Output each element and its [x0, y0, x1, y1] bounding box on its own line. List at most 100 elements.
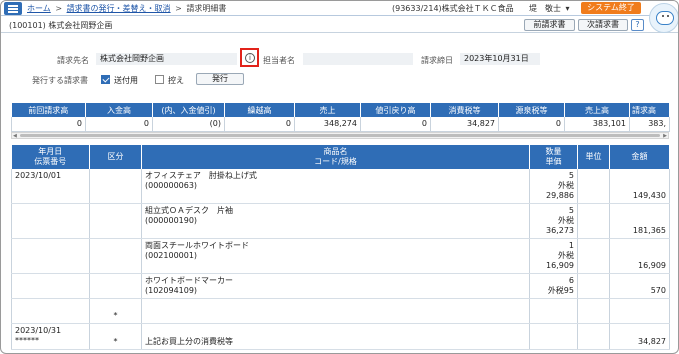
amount-cell: 181,365 [609, 203, 670, 239]
info-button[interactable]: i [240, 48, 259, 67]
item-name: 両面スチールホワイトボード [145, 241, 249, 250]
help-icon[interactable]: ? [631, 19, 644, 31]
summary-header: 値引戻り高 [360, 103, 431, 117]
qty-value: 1 [568, 241, 574, 250]
scrollbar-thumb[interactable] [20, 134, 660, 137]
avatar-face [656, 11, 674, 25]
summary-header: 入金高 [85, 103, 153, 117]
item-name: 組立式ＯＡデスク 片袖 [145, 206, 233, 215]
breadcrumb-home-link[interactable]: ホーム [27, 4, 51, 13]
price-value: 外税29,886 [546, 181, 574, 200]
price-value: 外税36,273 [546, 216, 574, 235]
price-value: 外税16,909 [546, 251, 574, 270]
summary-header: (内、入金値引) [152, 103, 225, 117]
user-name: 堤 敬士 [529, 4, 561, 13]
summary-header: 前回請求高 [11, 103, 86, 117]
qty-header: 数量 [545, 147, 562, 156]
window: ホーム > 請求書の発行・差替え・取消 > 請求明細書 (93633/214)株… [0, 0, 679, 354]
unit-cell [577, 298, 610, 324]
summary-header: 請求高 [629, 103, 670, 117]
item-code: (102094109) [145, 286, 198, 295]
date-cell [11, 203, 90, 239]
horizontal-scrollbar[interactable]: ◀ ▶ [11, 132, 669, 139]
item-code-header: コード/規格 [314, 157, 357, 166]
table-row[interactable]: 組立式ＯＡデスク 片袖 (000000190) 5 外税36,273 181,365 [11, 203, 670, 239]
summary-value: 348,274 [294, 117, 361, 132]
breadcrumb-separator: > [175, 4, 182, 13]
summary-header: 源泉税等 [498, 103, 565, 117]
table-row[interactable]: 2023/10/01 オフィスチェア 肘掛ね上げ式 (000000063) 5 外税… [11, 169, 670, 204]
copy-checkbox[interactable] [155, 75, 164, 84]
date-cell [11, 298, 90, 324]
detail-header-row: 年月日 伝票番号 区分 商品名 コード/規格 数量 単価 単位 金額 [11, 145, 670, 169]
slip-header: 伝票番号 [34, 157, 67, 166]
item-cell: ホワイトボードマーカー (102094109) [141, 273, 530, 299]
customer-header: (100101) 株式会社岡野企画 [9, 21, 113, 30]
table-row[interactable]: 2023/10/31 ****** * 上記お買上分の消費税等 34,827 [11, 323, 670, 350]
issue-button[interactable]: 発行 [196, 73, 244, 85]
summary-value: 383,101 [564, 117, 630, 132]
next-invoice-button[interactable]: 次請求書 [578, 19, 628, 31]
qty-value: 6 [568, 276, 574, 285]
summary-value: (0) [152, 117, 225, 132]
unit-cell [577, 323, 610, 350]
qty-value: 5 [568, 171, 574, 180]
summary-value: 0 [224, 117, 295, 132]
item-name: ホワイトボードマーカー [145, 276, 233, 285]
table-row[interactable]: * [11, 298, 670, 324]
summary-value: 0 [498, 117, 565, 132]
company-name: (93633/214)株式会社ＴＫＣ食品 [392, 4, 514, 13]
summary-value: 0 [360, 117, 431, 132]
item-cell: 上記お買上分の消費税等 [141, 323, 530, 350]
slip-value: ****** [15, 336, 39, 345]
table-row[interactable]: ホワイトボードマーカー (102094109) 6 外税95 570 [11, 273, 670, 299]
summary-header: 消費税等 [430, 103, 499, 117]
summary-value: 0 [11, 117, 86, 132]
avatar-eye [662, 15, 664, 17]
person-label: 担当者名 [263, 56, 295, 65]
kubun-cell: * [89, 298, 142, 324]
date-header: 年月日 [38, 147, 63, 156]
unit-header: 単位 [577, 145, 610, 169]
scroll-right-icon[interactable]: ▶ [663, 133, 667, 139]
chevron-down-icon: ▾ [565, 4, 570, 13]
detail-table: 年月日 伝票番号 区分 商品名 コード/規格 数量 単価 単位 金額 2023/… [11, 145, 670, 350]
price-value: 外税95 [547, 286, 574, 295]
item-code: (002100001) [145, 251, 198, 260]
qty-value: 5 [568, 206, 574, 215]
item-name-header: 商品名 [323, 147, 348, 156]
billing-to-field: 株式会社岡野企画 [96, 53, 237, 65]
prev-invoice-button[interactable]: 前請求書 [524, 19, 575, 31]
unit-cell [577, 169, 610, 204]
breadcrumb-separator: > [55, 4, 63, 13]
date-value: 2023/10/31 [15, 326, 62, 335]
kubun-header: 区分 [89, 145, 142, 169]
user-menu[interactable]: 堤 敬士 ▾ [529, 3, 570, 14]
summary-value: 383, [629, 117, 670, 132]
table-row[interactable]: 両面スチールホワイトボード (002100001) 1 外税16,909 16,90… [11, 238, 670, 274]
item-name: 上記お買上分の消費税等 [145, 337, 233, 346]
date-cell [11, 238, 90, 274]
breadcrumb-issue-link[interactable]: 請求書の発行・差替え・取消 [67, 4, 171, 13]
date-value: 2023/10/01 [15, 171, 62, 180]
send-checkbox[interactable] [101, 75, 110, 84]
assistant-avatar-icon[interactable] [649, 3, 678, 33]
amount-cell: 570 [609, 273, 670, 299]
avatar-eye [667, 15, 669, 17]
top-bar: ホーム > 請求書の発行・差替え・取消 > 請求明細書 (93633/214)株… [1, 1, 678, 16]
summary-table: 前回請求高 入金高 (内、入金値引) 繰越高 売上 値引戻り高 消費税等 源泉税… [11, 103, 670, 132]
issue-doc-label: 発行する請求書 [32, 76, 88, 85]
qty-price-header: 数量 単価 [529, 145, 578, 169]
item-cell: 組立式ＯＡデスク 片袖 (000000190) [141, 203, 530, 239]
copy-label: 控え [168, 76, 184, 85]
amount-cell: 34,827 [609, 323, 670, 350]
scroll-left-icon[interactable]: ◀ [13, 133, 17, 139]
system-end-button[interactable]: システム終了 [581, 2, 641, 14]
amount-cell: 16,909 [609, 238, 670, 274]
summary-header: 売上高 [564, 103, 630, 117]
menu-icon[interactable] [4, 2, 22, 15]
kubun-cell [89, 203, 142, 239]
date-slip-header: 年月日 伝票番号 [11, 145, 90, 169]
unit-cell [577, 273, 610, 299]
amount-header: 金額 [609, 145, 670, 169]
